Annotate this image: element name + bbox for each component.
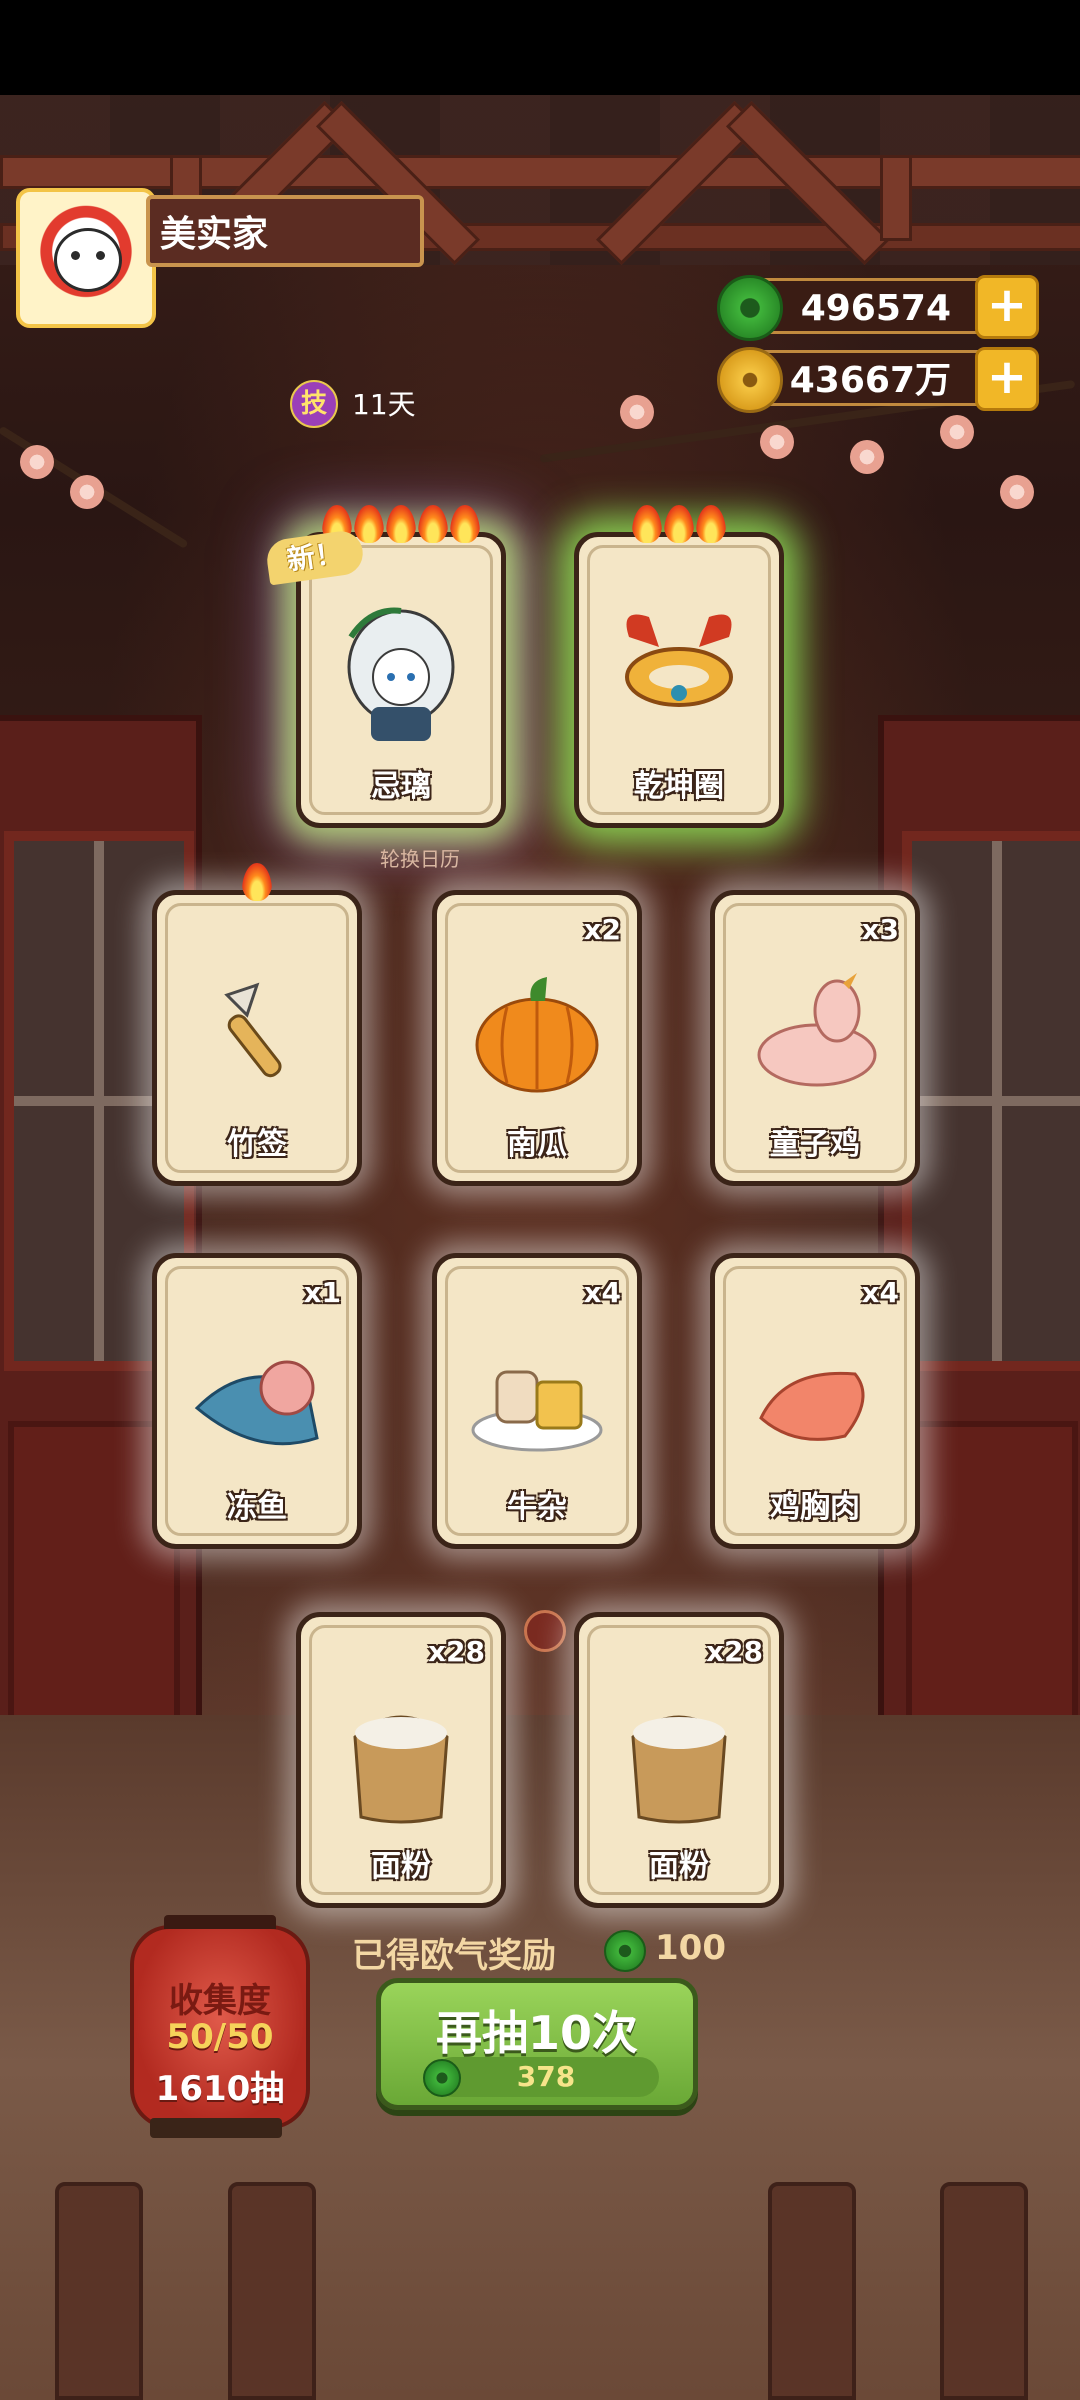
lantern-stand: [150, 2118, 282, 2138]
card-item[interactable]: x2 南瓜: [432, 890, 642, 1186]
card-featured-character[interactable]: 新！ 忌璃: [264, 505, 506, 828]
card-name: 忌璃: [371, 769, 431, 804]
item-quantity: x4: [583, 1276, 621, 1309]
item-quantity: x4: [861, 1276, 899, 1309]
collection-title: 收集度: [169, 1981, 271, 2021]
coin-amount: 43667万: [789, 360, 951, 401]
player-name: 美实家: [146, 195, 424, 267]
item-quantity: x28: [705, 1635, 763, 1668]
card-item[interactable]: x28 面粉: [574, 1612, 784, 1908]
card-name: 童子鸡: [770, 1127, 860, 1162]
collection-lantern[interactable]: 收集度 50/50 1610抽: [130, 1915, 310, 2129]
blossom-icon: [760, 425, 794, 459]
add-coin-button[interactable]: +: [975, 347, 1039, 411]
card-name: 南瓜: [507, 1127, 567, 1162]
railing-post: [55, 2182, 143, 2400]
card-name: 竹签: [227, 1127, 287, 1162]
card-item[interactable]: x4 鸡胸肉: [710, 1253, 920, 1549]
flame-icon: [632, 505, 662, 543]
flame-icon: [450, 505, 480, 543]
card-item[interactable]: x28 面粉: [296, 1612, 506, 1908]
chicken-breast-icon: [759, 1371, 865, 1441]
beef-offal-icon: [471, 1370, 603, 1452]
blossom-icon: [1000, 475, 1034, 509]
card-name: 冻鱼: [227, 1490, 287, 1525]
card-name: 牛杂: [507, 1490, 567, 1525]
collection-progress: 50/50: [166, 2017, 274, 2057]
flour-sack-icon: [631, 1715, 727, 1824]
flour-sack-icon: [353, 1715, 449, 1824]
item-quantity: x3: [861, 913, 899, 946]
flame-icon: [696, 505, 726, 543]
luck-reward-label: 已得欧气奖励: [352, 1936, 556, 1976]
railing-post: [940, 2182, 1028, 2400]
draw-cost-value: 378: [516, 2060, 576, 2093]
item-quantity: x1: [303, 1276, 341, 1309]
flame-icon: [354, 505, 384, 543]
jade-currency: 496574 +: [717, 275, 1039, 341]
jade-icon: [604, 1930, 646, 1972]
jade-icon: [717, 275, 783, 341]
add-jade-button[interactable]: +: [975, 275, 1039, 339]
player-avatar[interactable]: [16, 188, 156, 328]
blossom-icon: [850, 440, 884, 474]
card-item[interactable]: x1 冻鱼: [152, 1253, 362, 1549]
pumpkin-icon: [475, 977, 599, 1093]
decor-orb: [524, 1610, 566, 1652]
chicken-icon: [757, 973, 877, 1087]
draw-again-button[interactable]: 再抽10次 378: [376, 1978, 698, 2110]
rarity-flames: [157, 863, 357, 910]
flame-icon: [386, 505, 416, 543]
collection-draws: 1610抽: [155, 2069, 285, 2109]
draw-cost: 378: [423, 2057, 659, 2097]
card-name: 面粉: [649, 1849, 709, 1884]
jade-icon: [423, 2059, 461, 2097]
flame-icon: [242, 863, 272, 901]
rotation-calendar-label[interactable]: 轮换日历: [380, 843, 460, 872]
days-label: 11天: [352, 388, 416, 421]
character-portrait-icon: [347, 607, 455, 741]
qiankun-ring-icon: [625, 614, 733, 707]
coin-icon: [717, 347, 783, 413]
jade-amount: 496574: [800, 288, 951, 329]
flame-icon: [664, 505, 694, 543]
fish-icon: [194, 1360, 319, 1446]
flame-icon: [418, 505, 448, 543]
roof-post: [880, 155, 912, 241]
card-name: 乾坤圈: [634, 769, 724, 804]
skewer-icon: [224, 982, 282, 1078]
roof-beam: [0, 155, 1080, 189]
luck-reward-value: 100: [655, 1928, 726, 1968]
card-item[interactable]: x3 童子鸡: [710, 890, 920, 1186]
card-item[interactable]: 竹签: [152, 863, 362, 1186]
railing-post: [768, 2182, 856, 2400]
item-quantity: x28: [427, 1635, 485, 1668]
blossom-icon: [70, 475, 104, 509]
card-name: 鸡胸肉: [770, 1490, 860, 1525]
item-quantity: x2: [583, 913, 621, 946]
door-lattice: [902, 831, 1080, 1371]
coin-currency: 43667万 +: [717, 347, 1039, 413]
blossom-icon: [20, 445, 54, 479]
draw-again-label: 再抽10次: [435, 2006, 638, 2060]
blossom-icon: [940, 415, 974, 449]
railing-post: [228, 2182, 316, 2400]
skill-icon[interactable]: 技: [290, 380, 338, 428]
card-featured-item[interactable]: 乾坤圈: [574, 505, 784, 828]
blossom-icon: [620, 395, 654, 429]
card-item[interactable]: x4 牛杂: [432, 1253, 642, 1549]
rarity-flames: [579, 505, 779, 552]
avatar-face: [54, 228, 122, 292]
card-name: 面粉: [371, 1849, 431, 1884]
